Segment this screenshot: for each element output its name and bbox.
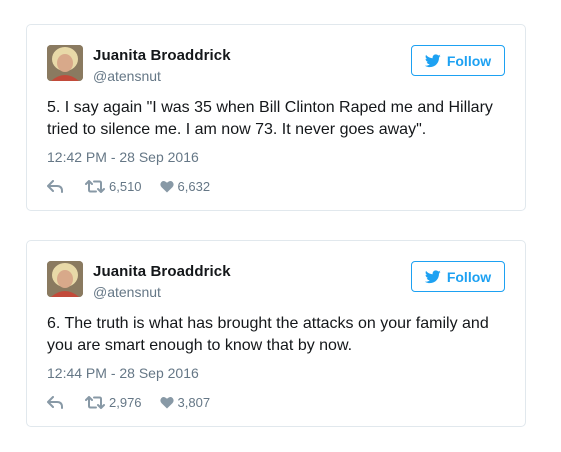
retweet-icon (85, 179, 105, 193)
avatar[interactable] (47, 261, 83, 297)
twitter-bird-icon (424, 269, 441, 283)
retweet-count: 2,976 (109, 394, 142, 410)
avatar-image (47, 261, 83, 297)
avatar-image (47, 45, 83, 81)
tweet-card: Juanita Broaddrick @atensnut Follow 5. I… (26, 24, 526, 211)
author-handle[interactable]: @atensnut (93, 284, 161, 300)
reply-icon (47, 395, 63, 409)
tweet-timestamp[interactable]: 12:44 PM - 28 Sep 2016 (47, 365, 199, 381)
follow-button[interactable]: Follow (411, 45, 505, 76)
retweet-button[interactable]: 6,510 (85, 179, 142, 194)
heart-icon (159, 180, 174, 192)
reply-icon (47, 179, 63, 193)
like-count: 3,807 (177, 394, 211, 410)
author-name[interactable]: Juanita Broaddrick (93, 263, 231, 280)
author-handle[interactable]: @atensnut (93, 68, 161, 84)
avatar[interactable] (47, 45, 83, 81)
twitter-bird-icon (424, 53, 441, 67)
follow-label: Follow (446, 268, 492, 285)
follow-label: Follow (446, 52, 492, 69)
tweet-card: Juanita Broaddrick @atensnut Follow 6. T… (26, 240, 526, 427)
reply-button[interactable] (47, 395, 63, 409)
follow-button[interactable]: Follow (411, 261, 505, 292)
heart-icon (159, 396, 174, 408)
tweet-text: 5. I say again "I was 35 when Bill Clint… (47, 99, 493, 138)
retweet-count: 6,510 (109, 178, 142, 194)
tweet-actions: 2,976 3,807 (47, 394, 210, 410)
tweet-timestamp[interactable]: 12:42 PM - 28 Sep 2016 (47, 149, 199, 165)
author-name[interactable]: Juanita Broaddrick (93, 47, 231, 64)
like-count: 6,632 (177, 178, 211, 194)
retweet-button[interactable]: 2,976 (85, 395, 142, 410)
retweet-icon (85, 395, 105, 409)
tweet-actions: 6,510 6,632 (47, 178, 210, 194)
tweet-text: 6. The truth is what has brought the att… (47, 315, 489, 354)
like-button[interactable]: 6,632 (159, 178, 211, 194)
like-button[interactable]: 3,807 (159, 394, 211, 410)
reply-button[interactable] (47, 179, 63, 193)
